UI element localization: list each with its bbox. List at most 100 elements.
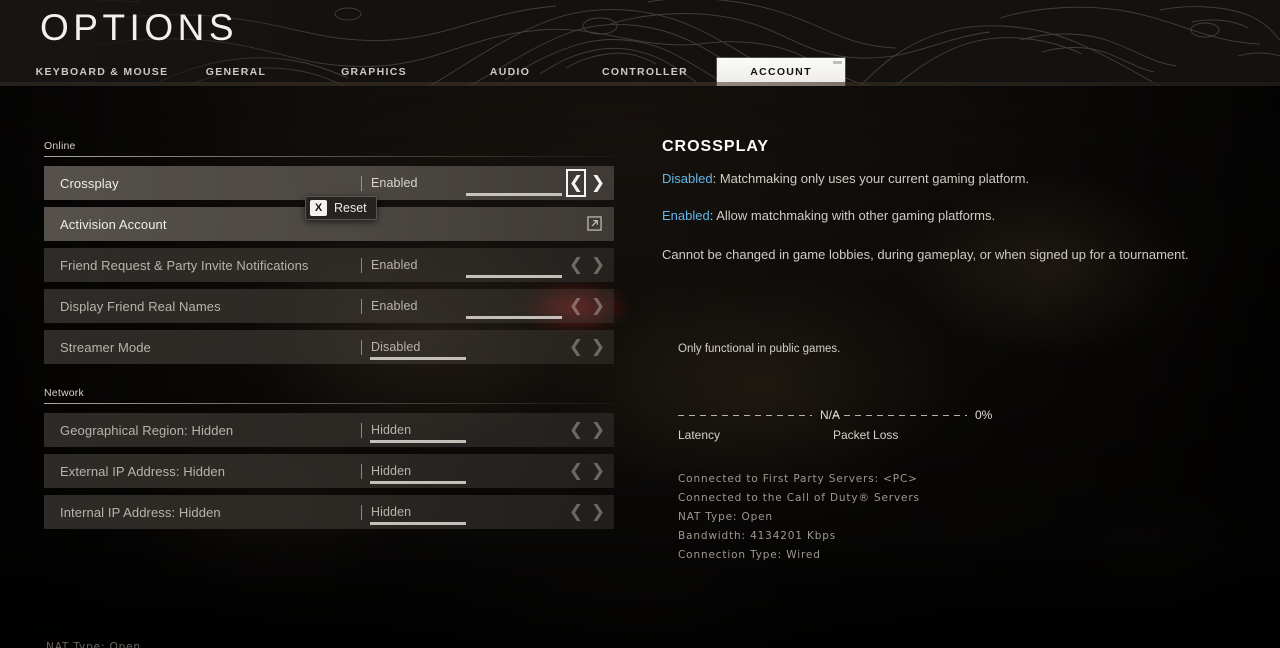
setting-value: Enabled [371, 258, 418, 272]
setting-row-display-friend-real-names[interactable]: Display Friend Real Names Enabled ❮ ❯ [44, 289, 614, 323]
setting-meter-fill [370, 481, 466, 484]
net-meter-bar: N/A [678, 408, 840, 422]
chevron-right-icon[interactable]: ❯ [590, 459, 606, 483]
net-meter-bar: 0% [833, 408, 992, 422]
setting-meter [370, 440, 562, 443]
value-separator [361, 504, 362, 520]
dashed-line [833, 414, 967, 416]
disabled-keyword: Disabled [662, 171, 713, 186]
setting-arrows[interactable]: ❮ ❯ [568, 289, 606, 323]
value-separator [361, 298, 362, 314]
chevron-right-icon[interactable]: ❯ [590, 335, 606, 359]
setting-meter [370, 193, 562, 196]
net-meter-latency: N/A Latency [678, 408, 840, 442]
disabled-description: : Matchmaking only uses your current gam… [712, 171, 1030, 186]
connection-line: Bandwidth: 4134201 Kbps [678, 530, 837, 542]
setting-value: Hidden [371, 505, 412, 519]
setting-arrows[interactable]: ❮ ❯ [568, 413, 606, 447]
chevron-right-icon[interactable]: ❯ [590, 500, 606, 524]
setting-arrows[interactable]: ❮ ❯ [568, 248, 606, 282]
setting-label: Activision Account [60, 216, 167, 232]
setting-label: Crossplay [60, 175, 119, 191]
setting-value-area: Hidden ❮ ❯ [361, 413, 614, 447]
setting-value-area: Hidden ❮ ❯ [361, 495, 614, 529]
setting-row-internal-ip-address[interactable]: Internal IP Address: Hidden Hidden ❮ ❯ [44, 495, 614, 529]
chevron-right-icon[interactable]: ❯ [590, 294, 606, 318]
setting-row-streamer-mode[interactable]: Streamer Mode Disabled ❮ ❯ [44, 330, 614, 364]
setting-label: Friend Request & Party Invite Notificati… [60, 257, 309, 273]
header-bar: OPTIONS KEYBOARD & MOUSE GENERAL GRAPHICS A… [0, 0, 1280, 86]
enabled-keyword: Enabled [662, 207, 710, 223]
setting-value-area: Enabled ❮ ❯ [361, 166, 614, 200]
setting-meter [370, 275, 562, 278]
value-separator [361, 257, 362, 273]
public-games-note: Only functional in public games. [678, 343, 841, 355]
connection-line: Connection Type: Wired [678, 549, 821, 561]
info-panel: CROSSPLAY Disabled: Matchmaking only use… [662, 138, 1242, 561]
setting-arrows[interactable]: ❮ ❯ [568, 166, 606, 200]
net-meter-label: Latency [678, 428, 721, 442]
setting-label: Streamer Mode [60, 339, 151, 355]
value-separator [361, 175, 362, 191]
setting-value: Enabled [371, 176, 418, 190]
background-bottom-fade [0, 528, 1280, 648]
chevron-left-icon[interactable]: ❮ [568, 335, 584, 359]
setting-arrows[interactable]: ❮ ❯ [568, 454, 606, 488]
info-title: CROSSPLAY [662, 138, 770, 155]
chevron-left-icon[interactable]: ❮ [568, 500, 584, 524]
setting-arrows[interactable]: ❮ ❯ [568, 495, 606, 529]
info-enabled-line: Enabled: Allow matchmaking with other ga… [662, 207, 1242, 226]
setting-arrows[interactable]: ❮ ❯ [568, 330, 606, 364]
setting-value-area: Disabled ❮ ❯ [361, 330, 614, 364]
chevron-left-icon[interactable]: ❮ [568, 418, 584, 442]
chevron-left-icon[interactable]: ❮ [568, 459, 584, 483]
setting-value: Disabled [371, 340, 421, 354]
setting-meter [370, 316, 562, 319]
setting-meter [370, 481, 562, 484]
chevron-left-icon[interactable]: ❮ [568, 171, 584, 195]
setting-meter [370, 522, 562, 525]
chevron-right-icon[interactable]: ❯ [590, 418, 606, 442]
chevron-right-icon[interactable]: ❯ [590, 253, 606, 277]
reset-label: Reset [334, 201, 367, 215]
setting-row-external-ip-address[interactable]: External IP Address: Hidden Hidden ❮ ❯ [44, 454, 614, 488]
net-meter-value: 0% [975, 408, 993, 422]
info-disabled-line: Disabled: Matchmaking only uses your cur… [662, 170, 1242, 189]
setting-row-geographical-region[interactable]: Geographical Region: Hidden Hidden ❮ ❯ [44, 413, 614, 447]
setting-meter-fill [370, 357, 466, 360]
setting-value-area: Enabled ❮ ❯ [361, 289, 614, 323]
setting-meter-fill [370, 440, 466, 443]
chevron-left-icon[interactable]: ❮ [568, 294, 584, 318]
setting-value: Hidden [371, 464, 412, 478]
connection-line: Connected to First Party Servers: <PC> [678, 473, 918, 485]
setting-row-crossplay[interactable]: Crossplay Enabled ❮ ❯ [44, 166, 614, 200]
setting-value-area: Enabled ❮ ❯ [361, 248, 614, 282]
section-label-network: Network [44, 387, 84, 399]
setting-label: Geographical Region: Hidden [60, 422, 234, 438]
page-title: OPTIONS [40, 7, 239, 48]
setting-row-friend-request-notifications[interactable]: Friend Request & Party Invite Notificati… [44, 248, 614, 282]
setting-value: Hidden [371, 423, 412, 437]
section-divider [44, 156, 614, 157]
section-label-online: Online [44, 140, 76, 152]
reset-tooltip[interactable]: X Reset [305, 196, 377, 220]
value-separator [361, 463, 362, 479]
setting-label: Display Friend Real Names [60, 298, 221, 314]
value-separator [361, 422, 362, 438]
chevron-left-icon[interactable]: ❮ [568, 253, 584, 277]
setting-label: Internal IP Address: Hidden [60, 504, 221, 520]
bottom-cutoff-text: NAT Type: Open [46, 641, 141, 648]
setting-meter [370, 357, 562, 360]
setting-value: Enabled [371, 299, 418, 313]
setting-meter-fill [466, 316, 562, 319]
chevron-right-icon[interactable]: ❯ [590, 171, 606, 195]
connection-info-list: Connected to First Party Servers: <PC> Co… [678, 470, 920, 565]
section-divider [44, 403, 614, 404]
dashed-line [678, 414, 812, 416]
header-divider [0, 82, 1280, 86]
setting-meter-fill [466, 275, 562, 278]
setting-value-area [361, 207, 614, 241]
setting-label: External IP Address: Hidden [60, 463, 226, 479]
value-separator [361, 339, 362, 355]
